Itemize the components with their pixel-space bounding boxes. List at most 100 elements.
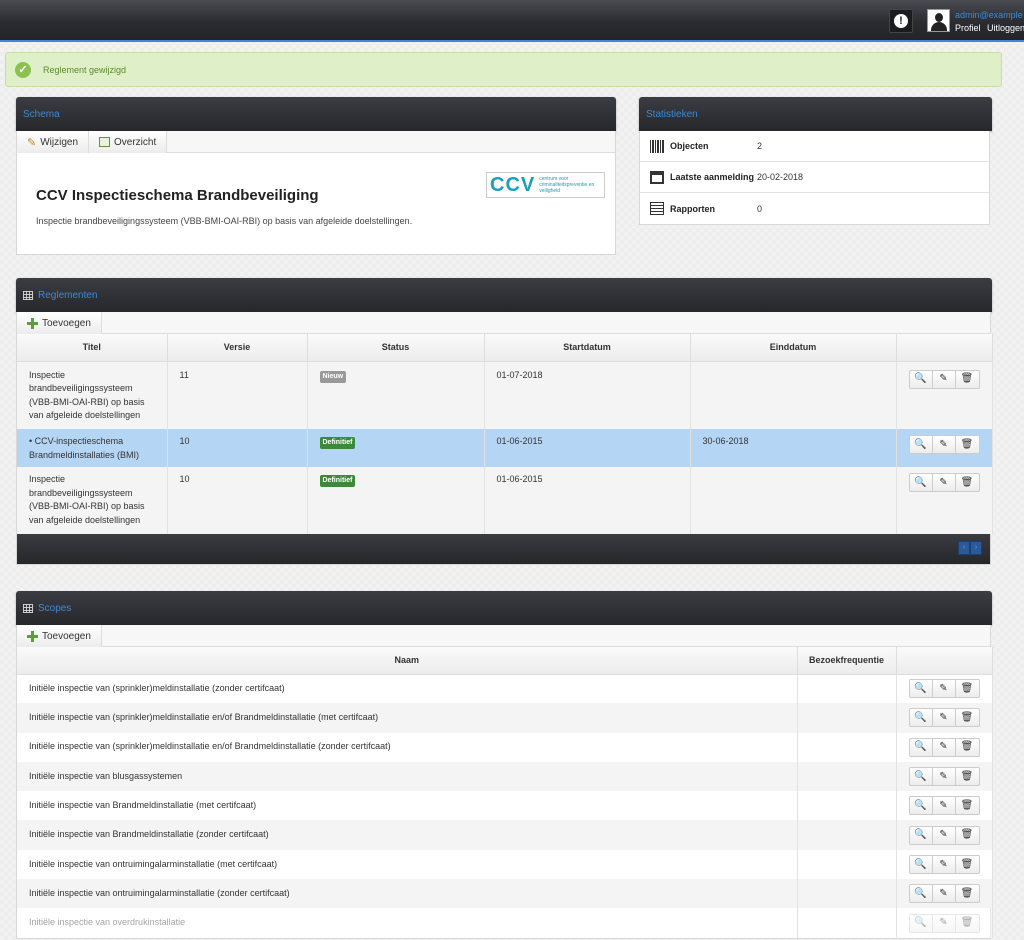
search-icon[interactable]: 🔍 (910, 474, 933, 491)
plus-icon (27, 317, 38, 329)
trash-icon[interactable]: 🗑 (956, 474, 979, 491)
pencil-icon[interactable]: ✎ (933, 436, 956, 453)
stat-label: Laatste aanmelding (670, 172, 755, 182)
trash-icon[interactable]: 🗑 (956, 739, 979, 756)
pager-next-button[interactable]: › (970, 541, 982, 555)
profile-link[interactable]: Profiel (955, 23, 981, 33)
edit-button-label: Wijzigen (40, 136, 79, 148)
trash-icon[interactable]: 🗑 (956, 856, 979, 873)
pencil-icon[interactable]: ✎ (933, 680, 956, 698)
calendar-icon (650, 170, 664, 184)
scope-name: Initiële inspectie van blusgassystemen (17, 761, 798, 792)
scope-name: Initiële inspectie van ontruimingalarmin… (17, 879, 798, 909)
pencil-icon[interactable]: ✎ (933, 474, 956, 491)
search-icon[interactable]: 🔍 (910, 914, 933, 932)
table-row[interactable]: • CCV-inspectieschema Brandmeldinstallat… (17, 429, 993, 467)
trash-icon[interactable]: 🗑 (956, 885, 979, 902)
overview-button[interactable]: Overzicht (89, 131, 168, 153)
pencil-icon[interactable]: ✎ (933, 885, 956, 903)
scope-frequency (797, 761, 897, 792)
table-row[interactable]: Initiële inspectie van ontruimingalarmin… (17, 849, 993, 880)
pencil-icon[interactable]: ✎ (933, 768, 956, 786)
pencil-icon[interactable]: ✎ (933, 914, 956, 932)
trash-icon[interactable]: 🗑 (956, 371, 979, 388)
add-scope-button[interactable]: Toevoegen (17, 625, 102, 647)
trash-icon[interactable]: 🗑 (956, 768, 979, 785)
search-icon[interactable]: 🔍 (910, 855, 933, 873)
pager-prev-button[interactable]: ‹ (958, 541, 970, 555)
pencil-icon[interactable]: ✎ (933, 738, 956, 756)
pencil-icon[interactable]: ✎ (933, 855, 956, 873)
table-row[interactable]: Initiële inspectie van (sprinkler)meldin… (17, 703, 993, 733)
trash-icon[interactable]: 🗑 (956, 709, 979, 726)
schema-panel-title: Schema (23, 108, 60, 120)
user-email[interactable]: admin@example.com (955, 10, 1023, 20)
schema-title: CCV Inspectieschema Brandbeveiliging (36, 187, 319, 204)
pencil-icon[interactable]: ✎ (933, 709, 956, 727)
status-badge: Nieuw (319, 370, 347, 383)
column-header[interactable]: Versie (167, 334, 308, 362)
scopes-panel-header: Scopes (16, 591, 992, 625)
column-header[interactable]: Startdatum (484, 334, 691, 362)
success-message-text: Reglement gewijzigd (43, 65, 127, 75)
column-header[interactable]: Naam (17, 647, 798, 675)
table-row[interactable]: Initiële inspectie van overdrukinstallat… (17, 908, 993, 938)
search-icon[interactable]: 🔍 (910, 768, 933, 786)
column-header[interactable]: Status (307, 334, 485, 362)
reglement-version: 11 (167, 361, 308, 429)
table-row[interactable]: Initiële inspectie van (sprinkler)meldin… (17, 732, 993, 762)
notifications-button[interactable]: ! (889, 9, 913, 33)
table-row[interactable]: Inspectie brandbeveiligingssysteem (VBB-… (17, 361, 993, 429)
trash-icon[interactable]: 🗑 (956, 797, 979, 814)
search-icon[interactable]: 🔍 (910, 370, 933, 388)
table-row[interactable]: Inspectie brandbeveiligingssysteem (VBB-… (17, 467, 993, 534)
alert-icon: ! (894, 14, 908, 28)
scope-name: Initiële inspectie van Brandmeldinstalla… (17, 791, 798, 821)
scope-name: Initiële inspectie van (sprinkler)meldin… (17, 732, 798, 762)
row-actions: 🔍 ✎ 🗑 (908, 708, 980, 728)
trash-icon[interactable]: 🗑 (956, 915, 979, 932)
table-row[interactable]: Initiële inspectie van Brandmeldinstalla… (17, 791, 993, 821)
scopes-panel-title: Scopes (38, 602, 72, 614)
column-header[interactable]: Bezoekfrequentie (797, 647, 897, 675)
table-row[interactable]: Initiële inspectie van Brandmeldinstalla… (17, 820, 993, 850)
scope-frequency (797, 908, 897, 938)
search-icon[interactable]: 🔍 (910, 826, 933, 844)
reglementen-panel: Reglementen Toevoegen Titel Versie Statu… (16, 278, 993, 565)
pencil-icon[interactable]: ✎ (933, 370, 956, 388)
search-icon[interactable]: 🔍 (910, 436, 933, 453)
table-row[interactable]: Initiële inspectie van ontruimingalarmin… (17, 879, 993, 909)
table-row[interactable]: Initiële inspectie van blusgassystemen 🔍 ✎… (17, 761, 993, 792)
stat-value: 2 (757, 141, 763, 151)
pencil-icon[interactable]: ✎ (933, 826, 956, 844)
top-navbar: ! admin@example.com Profiel Uitloggen (0, 0, 1024, 42)
success-message: ✓ Reglement gewijzigd (5, 52, 1002, 87)
scope-frequency (797, 674, 897, 704)
reglement-start: 01-06-2015 (484, 429, 691, 467)
add-reglement-button[interactable]: Toevoegen (17, 312, 102, 334)
reglement-end (690, 467, 897, 534)
logout-link[interactable]: Uitloggen (987, 23, 1024, 33)
actions-column-header (896, 334, 993, 362)
search-icon[interactable]: 🔍 (910, 738, 933, 756)
row-actions: 🔍 ✎ 🗑 (908, 913, 980, 933)
scope-frequency (797, 820, 897, 850)
search-icon[interactable]: 🔍 (910, 797, 933, 815)
check-icon: ✓ (15, 62, 31, 78)
trash-icon[interactable]: 🗑 (956, 680, 979, 697)
search-icon[interactable]: 🔍 (910, 885, 933, 903)
scopes-table: Naam Bezoekfrequentie Initiële inspectie… (17, 647, 993, 938)
column-header[interactable]: Einddatum (690, 334, 897, 362)
edit-button[interactable]: ✎ Wijzigen (17, 131, 90, 153)
add-reglement-label: Toevoegen (42, 317, 91, 329)
table-row[interactable]: Initiële inspectie van (sprinkler)meldin… (17, 674, 993, 704)
pencil-icon[interactable]: ✎ (933, 797, 956, 815)
trash-icon[interactable]: 🗑 (956, 436, 979, 453)
search-icon[interactable]: 🔍 (910, 680, 933, 698)
avatar[interactable] (927, 9, 950, 32)
column-header[interactable]: Titel (17, 334, 168, 362)
trash-icon[interactable]: 🗑 (956, 827, 979, 844)
pencil-icon: ✎ (27, 136, 37, 149)
stat-row-objects: Objecten 2 (640, 131, 989, 162)
search-icon[interactable]: 🔍 (910, 709, 933, 727)
